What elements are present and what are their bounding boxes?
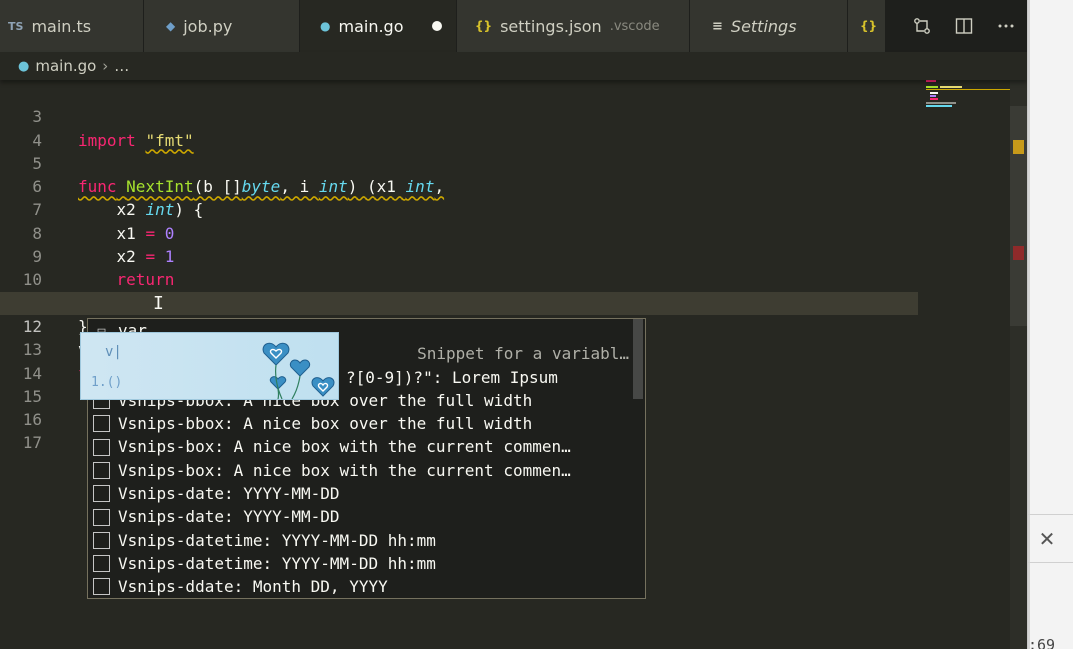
code-line: 10	[0, 245, 918, 289]
code-line: 5 func NextInt(b []byte, i int) (x1 int,	[0, 129, 918, 196]
suggest-scrollbar[interactable]	[633, 319, 643, 399]
suggest-label: Vsnips-datetime: YYYY-MM-DD hh:mm	[118, 553, 436, 573]
tab-label: Settings	[730, 16, 797, 36]
suggest-item[interactable]: Vsnips-date: YYYY-MM-DD	[88, 482, 645, 505]
suggest-label: Vsnips-date: YYYY-MM-DD	[118, 484, 340, 504]
snippet-icon	[93, 578, 110, 596]
mouse-ibeam-cursor-icon: I	[153, 293, 164, 314]
snippet-icon	[93, 531, 110, 549]
snippet-icon	[93, 438, 110, 456]
suggest-label: Vsnips-date: YYYY-MM-DD	[118, 507, 340, 527]
code-line: 6 x2 int) {	[0, 152, 918, 219]
python-icon: ◆	[166, 19, 176, 33]
close-icon[interactable]: ✕	[1034, 527, 1060, 551]
snippet-preview-overlay: v| 1.()	[80, 332, 339, 400]
tab-main-ts[interactable]: TS main.ts	[0, 0, 144, 52]
editor-window: TS main.ts ◆ job.py ● main.go {} setting…	[0, 0, 1027, 649]
panel-separator	[1028, 562, 1073, 563]
breadcrumb: ● main.go › …	[0, 52, 1027, 80]
tab-json-overflow[interactable]: {}	[848, 0, 886, 52]
code-line: 11 }	[0, 268, 918, 336]
suggest-item[interactable]: Vsnips-box: A nice box with the current …	[88, 459, 645, 482]
snippet-icon	[93, 485, 110, 503]
panel-divider	[1028, 0, 1030, 649]
chevron-right-icon: ›	[102, 57, 109, 75]
scrollbar-thumb[interactable]	[1010, 106, 1027, 326]
go-gopher-icon: ●	[18, 58, 30, 74]
typescript-icon: TS	[8, 19, 24, 33]
code-line: 9 return	[0, 222, 918, 289]
suggest-item[interactable]: Vsnips-ddate: Month DD, YYYY	[88, 575, 645, 598]
tab-settings-json[interactable]: {} settings.json .vscode	[457, 0, 690, 52]
suggest-label: Vsnips-box: A nice box with the current …	[118, 460, 571, 480]
tab-label: job.py	[183, 16, 233, 36]
warning-marker	[1013, 140, 1024, 154]
line-number: 17	[22, 433, 42, 453]
suggest-label: Vsnips-ddate: Month DD, YYYY	[118, 577, 388, 597]
suggest-label: Vsnips-datetime: YYYY-MM-DD hh:mm	[118, 530, 436, 550]
tab-label: main.go	[338, 16, 404, 36]
go-gopher-icon: ●	[320, 19, 331, 33]
suggest-label: ?[0-9])?": Lorem Ipsum	[346, 367, 558, 387]
unsaved-dot-icon[interactable]	[432, 21, 442, 31]
snippet-icon	[93, 555, 110, 573]
tab-bar: TS main.ts ◆ job.py ● main.go {} setting…	[0, 0, 1027, 52]
suggest-item[interactable]: Vsnips-datetime: YYYY-MM-DD hh:mm	[88, 552, 645, 575]
more-actions-icon[interactable]	[985, 0, 1027, 52]
suggest-item[interactable]: Vsnips-datetime: YYYY-MM-DD hh:mm	[88, 529, 645, 552]
suggest-item[interactable]: Vsnips-box: A nice box with the current …	[88, 435, 645, 458]
json-braces-icon: {}	[860, 19, 878, 33]
snippet-icon	[93, 415, 110, 433]
tab-label: main.ts	[31, 16, 92, 36]
tab-job-py[interactable]: ◆ job.py	[144, 0, 300, 52]
breadcrumb-symbol[interactable]: …	[114, 57, 129, 75]
code-line: 8 x2 = 1	[0, 198, 918, 266]
suggest-detail: Snippet for a variabl…	[417, 344, 629, 364]
hearts-decoration-icon	[262, 342, 335, 399]
suggest-item[interactable]: Vsnips-date: YYYY-MM-DD	[88, 505, 645, 528]
tab-main-go[interactable]: ● main.go	[300, 0, 457, 52]
tab-label: settings.json	[500, 16, 602, 36]
error-marker	[1013, 246, 1024, 260]
split-editor-icon[interactable]	[943, 0, 985, 52]
tab-settings[interactable]: ≡ Settings	[690, 0, 848, 52]
overlay-text: 1.()	[91, 375, 123, 390]
editor-actions	[901, 0, 1027, 52]
overlay-text: v|	[105, 344, 122, 360]
open-changes-icon[interactable]	[901, 0, 943, 52]
settings-editor-icon: ≡	[712, 18, 723, 34]
code-line: 3 import "fmt"	[0, 82, 918, 149]
suggest-label: Vsnips-bbox: A nice box over the full wi…	[118, 414, 533, 434]
vertical-scrollbar[interactable]	[1010, 80, 1027, 649]
snippet-icon	[93, 508, 110, 526]
suggest-item[interactable]: Vsnips-bbox: A nice box over the full wi…	[88, 412, 645, 435]
breadcrumb-file[interactable]: main.go	[35, 57, 96, 75]
json-braces-icon: {}	[475, 19, 493, 33]
suggest-label: Vsnips-box: A nice box with the current …	[118, 437, 571, 457]
code-line: 4	[0, 105, 918, 150]
settings-side-panel: ✕ :69	[1027, 0, 1073, 649]
panel-separator	[1028, 514, 1073, 515]
status-text: :69	[1028, 636, 1056, 649]
code-line: 7 x1 = 0	[0, 175, 918, 242]
current-line: 12 v	[0, 291, 918, 361]
snippet-icon	[93, 461, 110, 479]
tab-subtitle: .vscode	[609, 18, 660, 34]
